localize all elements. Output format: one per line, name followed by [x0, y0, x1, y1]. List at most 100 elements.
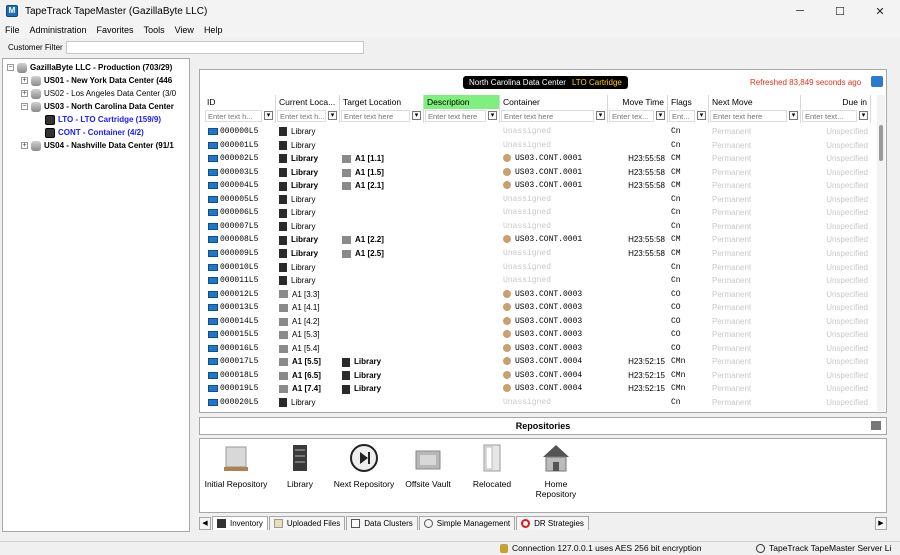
filter-icon[interactable]: ▾	[789, 111, 798, 120]
table-row[interactable]: 000009L5 Library A1 [2.5] Unassigned H23:55:…	[204, 247, 876, 261]
menu-view[interactable]: View	[170, 25, 199, 35]
repository-offsite[interactable]: Offsite Vault	[396, 443, 460, 489]
filter-icon[interactable]: ▾	[596, 111, 605, 120]
close-button[interactable]: ✕	[860, 0, 900, 22]
cell-container: Unassigned	[503, 127, 607, 136]
collapse-icon[interactable]: −	[7, 64, 14, 71]
cell-current-text: Library	[291, 127, 316, 136]
expand-icon[interactable]: +	[21, 77, 28, 84]
filter-input-container[interactable]	[501, 110, 594, 122]
cell-container-text: Unassigned	[503, 276, 552, 286]
filter-icon[interactable]: ▾	[488, 111, 497, 120]
table-row[interactable]: 000005L5 Library Unassigned Cn Permanent Unsp…	[204, 193, 876, 207]
table-row[interactable]: 000004L5 Library A1 [2.1] US03.CONT.0001 H23…	[204, 179, 876, 193]
filter-input-target[interactable]	[341, 110, 410, 122]
filter-input-due-in[interactable]	[802, 110, 857, 122]
menu-tools[interactable]: Tools	[139, 25, 170, 35]
scrollbar-thumb[interactable]	[879, 125, 883, 161]
filter-icon[interactable]: ▾	[859, 111, 868, 120]
filter-icon[interactable]: ▾	[697, 111, 706, 120]
repository-home[interactable]: Home Repository	[524, 443, 588, 499]
cell-due-in: Unspecified	[826, 398, 868, 407]
table-row[interactable]: 000017L5 A1 [5.5] Library US03.CONT.0004 H23…	[204, 355, 876, 369]
expand-icon[interactable]: +	[21, 90, 28, 97]
table-row[interactable]: 000002L5 Library A1 [1.1] US03.CONT.0001 H23…	[204, 152, 876, 166]
column-header-container[interactable]: Container	[500, 95, 608, 109]
filter-input-current[interactable]	[277, 110, 326, 122]
menu-help[interactable]: Help	[199, 25, 228, 35]
table-row[interactable]: 000007L5 Library Unassigned Cn Permanent Unsp…	[204, 220, 876, 234]
cell-flags: CM	[671, 235, 681, 245]
column-header-next-move[interactable]: Next Move	[709, 95, 801, 109]
table-row[interactable]: 000001L5 Library Unassigned Cn Permanent Unsp…	[204, 139, 876, 153]
cell-target-text: A1 [2.1]	[355, 181, 384, 191]
table-row[interactable]: 000013L5 A1 [4.1] US03.CONT.0003 CO Permanen…	[204, 301, 876, 315]
filter-input-flags[interactable]	[669, 110, 695, 122]
database-icon	[17, 62, 27, 73]
table-row[interactable]: 000000L5 Library Unassigned Cn Permanent Unsp…	[204, 125, 876, 139]
tree-node-us04[interactable]: + US04 - Nashville Data Center (91/1	[21, 139, 174, 152]
maximize-button[interactable]: ☐	[820, 0, 860, 22]
table-row[interactable]: 000016L5 A1 [5.4] US03.CONT.0003 CO Permanen…	[204, 342, 876, 356]
vertical-scrollbar[interactable]	[877, 95, 885, 411]
cell-id-text: 000020L5	[220, 398, 259, 407]
cell-container-text: US03.CONT.0001	[515, 154, 583, 164]
filter-icon[interactable]: ▾	[328, 111, 337, 120]
table-row[interactable]: 000015L5 A1 [5.3] US03.CONT.0003 CO Permanen…	[204, 328, 876, 342]
tree-node-cont[interactable]: CONT - Container (4/2)	[45, 126, 144, 139]
column-header-move-time[interactable]: Move Time	[608, 95, 668, 109]
tab-simple-management[interactable]: Simple Management	[418, 516, 516, 530]
tree-node-customer[interactable]: − GazillaByte LLC - Production (703/29)	[7, 61, 172, 74]
cell-move-time: H23:55:58	[628, 167, 665, 177]
filter-icon[interactable]: ▾	[656, 111, 665, 120]
tree-node-us02[interactable]: + US02 - Los Angeles Data Center (3/0	[21, 87, 176, 100]
filter-input-id[interactable]	[205, 110, 262, 122]
table-row[interactable]: 000003L5 Library A1 [1.5] US03.CONT.0001 H23…	[204, 166, 876, 180]
table-row[interactable]: 000010L5 Library Unassigned Cn Permanent Unsp…	[204, 261, 876, 275]
tab-uploaded-files[interactable]: Uploaded Files	[268, 516, 346, 530]
repositories-settings-icon[interactable]	[871, 421, 881, 430]
cell-id-text: 000016L5	[220, 343, 259, 353]
menu-administration[interactable]: Administration	[25, 25, 92, 35]
tree-node-lto[interactable]: LTO - LTO Cartridge (159/9)	[45, 113, 161, 126]
expand-icon[interactable]: +	[21, 142, 28, 149]
cell-target-location: Library	[342, 357, 424, 367]
filter-input-next-move[interactable]	[710, 110, 787, 122]
filter-input-description[interactable]	[425, 110, 486, 122]
tree-node-us01[interactable]: + US01 - New York Data Center (446	[21, 74, 172, 87]
table-row[interactable]: 000012L5 A1 [3.3] US03.CONT.0003 CO Permanen…	[204, 288, 876, 302]
column-header-flags[interactable]: Flags	[668, 95, 709, 109]
column-header-current-location[interactable]: Current Loca...	[276, 95, 340, 109]
table-row[interactable]: 000006L5 Library Unassigned Cn Permanent Unsp…	[204, 206, 876, 220]
column-header-id[interactable]: ID	[204, 95, 276, 109]
tab-data-clusters[interactable]: Data Clusters	[346, 516, 418, 530]
table-row[interactable]: 000011L5 Library Unassigned Cn Permanent Unsp…	[204, 274, 876, 288]
tab-scroll-left-icon[interactable]: ◀	[199, 517, 211, 530]
tree-node-us03[interactable]: − US03 - North Carolina Data Center	[21, 100, 174, 113]
minimize-button[interactable]: ─	[780, 0, 820, 22]
repository-library[interactable]: Library	[268, 443, 332, 489]
table-row[interactable]: 000014L5 A1 [4.2] US03.CONT.0003 CO Permanen…	[204, 315, 876, 329]
table-row[interactable]: 000020L5 Library Unassigned Cn Permanent Unsp…	[204, 396, 876, 410]
menu-file[interactable]: File	[0, 25, 25, 35]
filter-input-move-time[interactable]	[609, 110, 654, 122]
menu-favorites[interactable]: Favorites	[92, 25, 139, 35]
column-header-description[interactable]: Description	[424, 95, 500, 109]
column-header-due-in[interactable]: Due in	[801, 95, 871, 109]
tree-node-label: US03 - North Carolina Data Center	[44, 102, 174, 111]
table-row[interactable]: 000018L5 A1 [6.5] Library US03.CONT.0004 H23…	[204, 369, 876, 383]
repository-next[interactable]: Next Repository	[332, 443, 396, 489]
repository-initial[interactable]: Initial Repository	[204, 443, 268, 489]
tab-dr-strategies[interactable]: DR Strategies	[516, 516, 589, 530]
customer-filter-input[interactable]	[66, 40, 364, 54]
repository-relocated[interactable]: Relocated	[460, 443, 524, 489]
table-row[interactable]: 000019L5 A1 [7.4] Library US03.CONT.0004 H23…	[204, 382, 876, 396]
column-header-target-location[interactable]: Target Location	[340, 95, 424, 109]
filter-icon[interactable]: ▾	[264, 111, 273, 120]
collapse-icon[interactable]: −	[21, 103, 28, 110]
tab-scroll-right-icon[interactable]: ▶	[875, 517, 887, 530]
tab-inventory[interactable]: Inventory	[212, 516, 268, 530]
table-row[interactable]: 000008L5 Library A1 [2.2] US03.CONT.0001 H23…	[204, 233, 876, 247]
filter-icon[interactable]: ▾	[412, 111, 421, 120]
refresh-icon[interactable]	[871, 76, 883, 87]
